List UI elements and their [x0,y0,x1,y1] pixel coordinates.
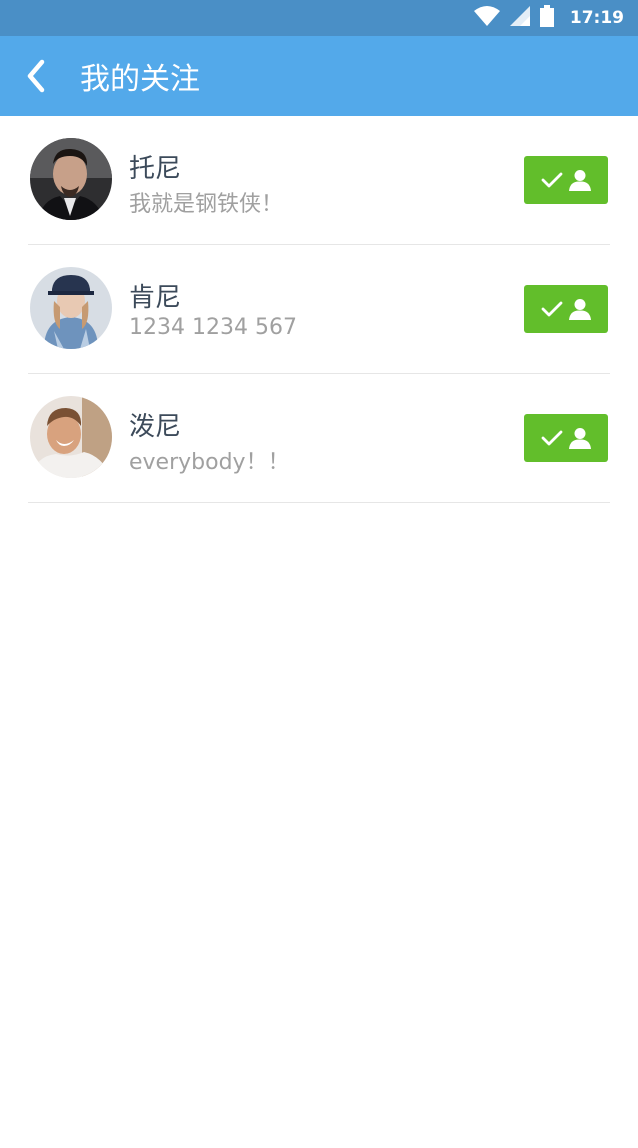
avatar-tony-image [30,138,112,220]
battery-icon [539,5,554,31]
avatar-kenny-image [30,267,112,349]
user-name: 肯尼 [129,283,182,313]
check-icon [541,172,563,188]
following-list: 托尼 我就是钢铁侠！ 肯尼 1234 1234 567 泼尼 everybody… [0,116,638,503]
check-icon [541,301,563,317]
avatar[interactable] [30,267,112,349]
user-icon [569,170,591,191]
chevron-left-icon [27,59,45,93]
wifi-icon [473,6,500,30]
user-name: 泼尼 [129,412,182,442]
user-icon [569,299,591,320]
user-name: 托尼 [129,154,182,184]
avatar[interactable] [30,396,112,478]
cell-signal-icon [509,6,530,30]
back-button[interactable] [0,36,72,116]
user-signature: 1234 1234 567 [129,315,297,340]
status-icons: 17:19 [473,5,624,31]
list-item[interactable]: 泼尼 everybody！！ [28,374,610,503]
list-item[interactable]: 肯尼 1234 1234 567 [28,245,610,374]
status-time: 17:19 [569,8,624,28]
avatar[interactable] [30,138,112,220]
app-bar: 我的关注 [0,36,638,116]
check-icon [541,430,563,446]
user-signature: everybody！！ [129,450,290,475]
followed-button[interactable] [524,156,608,204]
user-icon [569,428,591,449]
user-signature: 我就是钢铁侠！ [129,192,284,217]
list-item[interactable]: 托尼 我就是钢铁侠！ [28,116,610,245]
page-title: 我的关注 [80,62,200,97]
followed-button[interactable] [524,414,608,462]
avatar-pony-image [30,396,112,478]
followed-button[interactable] [524,285,608,333]
status-bar: 17:19 [0,0,638,36]
